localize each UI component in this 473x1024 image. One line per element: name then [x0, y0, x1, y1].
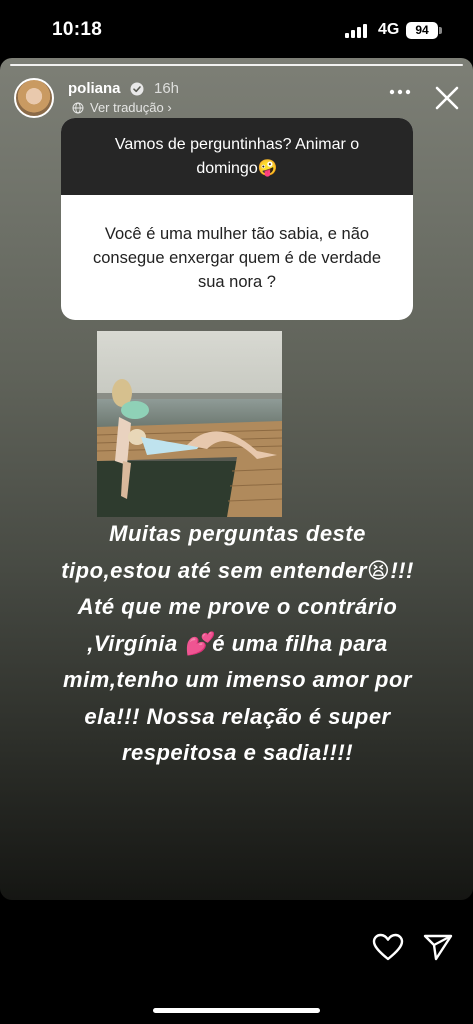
- more-options-icon[interactable]: [389, 88, 411, 96]
- story-actions-bar: [0, 900, 473, 1024]
- story-photo: [97, 331, 282, 517]
- translate-link[interactable]: Ver tradução ›: [90, 100, 172, 115]
- question-prompt: Vamos de perguntinhas? Animar o domingo🤪: [61, 118, 413, 195]
- signal-strength-icon: [345, 24, 371, 38]
- question-sticker: Vamos de perguntinhas? Animar o domingo🤪…: [61, 118, 413, 320]
- story-caption: Muitas perguntas deste tipo,estou até se…: [61, 521, 414, 765]
- clock: 10:18: [52, 19, 103, 40]
- heart-icon[interactable]: [372, 933, 404, 961]
- username[interactable]: poliana: [68, 80, 121, 97]
- avatar[interactable]: [14, 78, 54, 118]
- translate-label: Ver tradução: [90, 100, 164, 115]
- story-progress-bar: [10, 64, 463, 66]
- network-type: 4G: [378, 21, 400, 38]
- home-indicator[interactable]: [153, 1008, 320, 1013]
- battery-icon: 94: [406, 22, 442, 39]
- globe-icon: [72, 102, 84, 114]
- story-viewer[interactable]: poliana 16h Ver tradução › Vamos de perg…: [0, 58, 473, 900]
- verified-badge-icon: [130, 82, 144, 96]
- question-text: Você é uma mulher tão sabia, e não conse…: [92, 224, 382, 291]
- close-icon[interactable]: [434, 85, 460, 111]
- post-time: 16h: [154, 80, 180, 97]
- send-icon[interactable]: [423, 933, 453, 961]
- status-bar: 10:18 4G 94: [0, 0, 473, 58]
